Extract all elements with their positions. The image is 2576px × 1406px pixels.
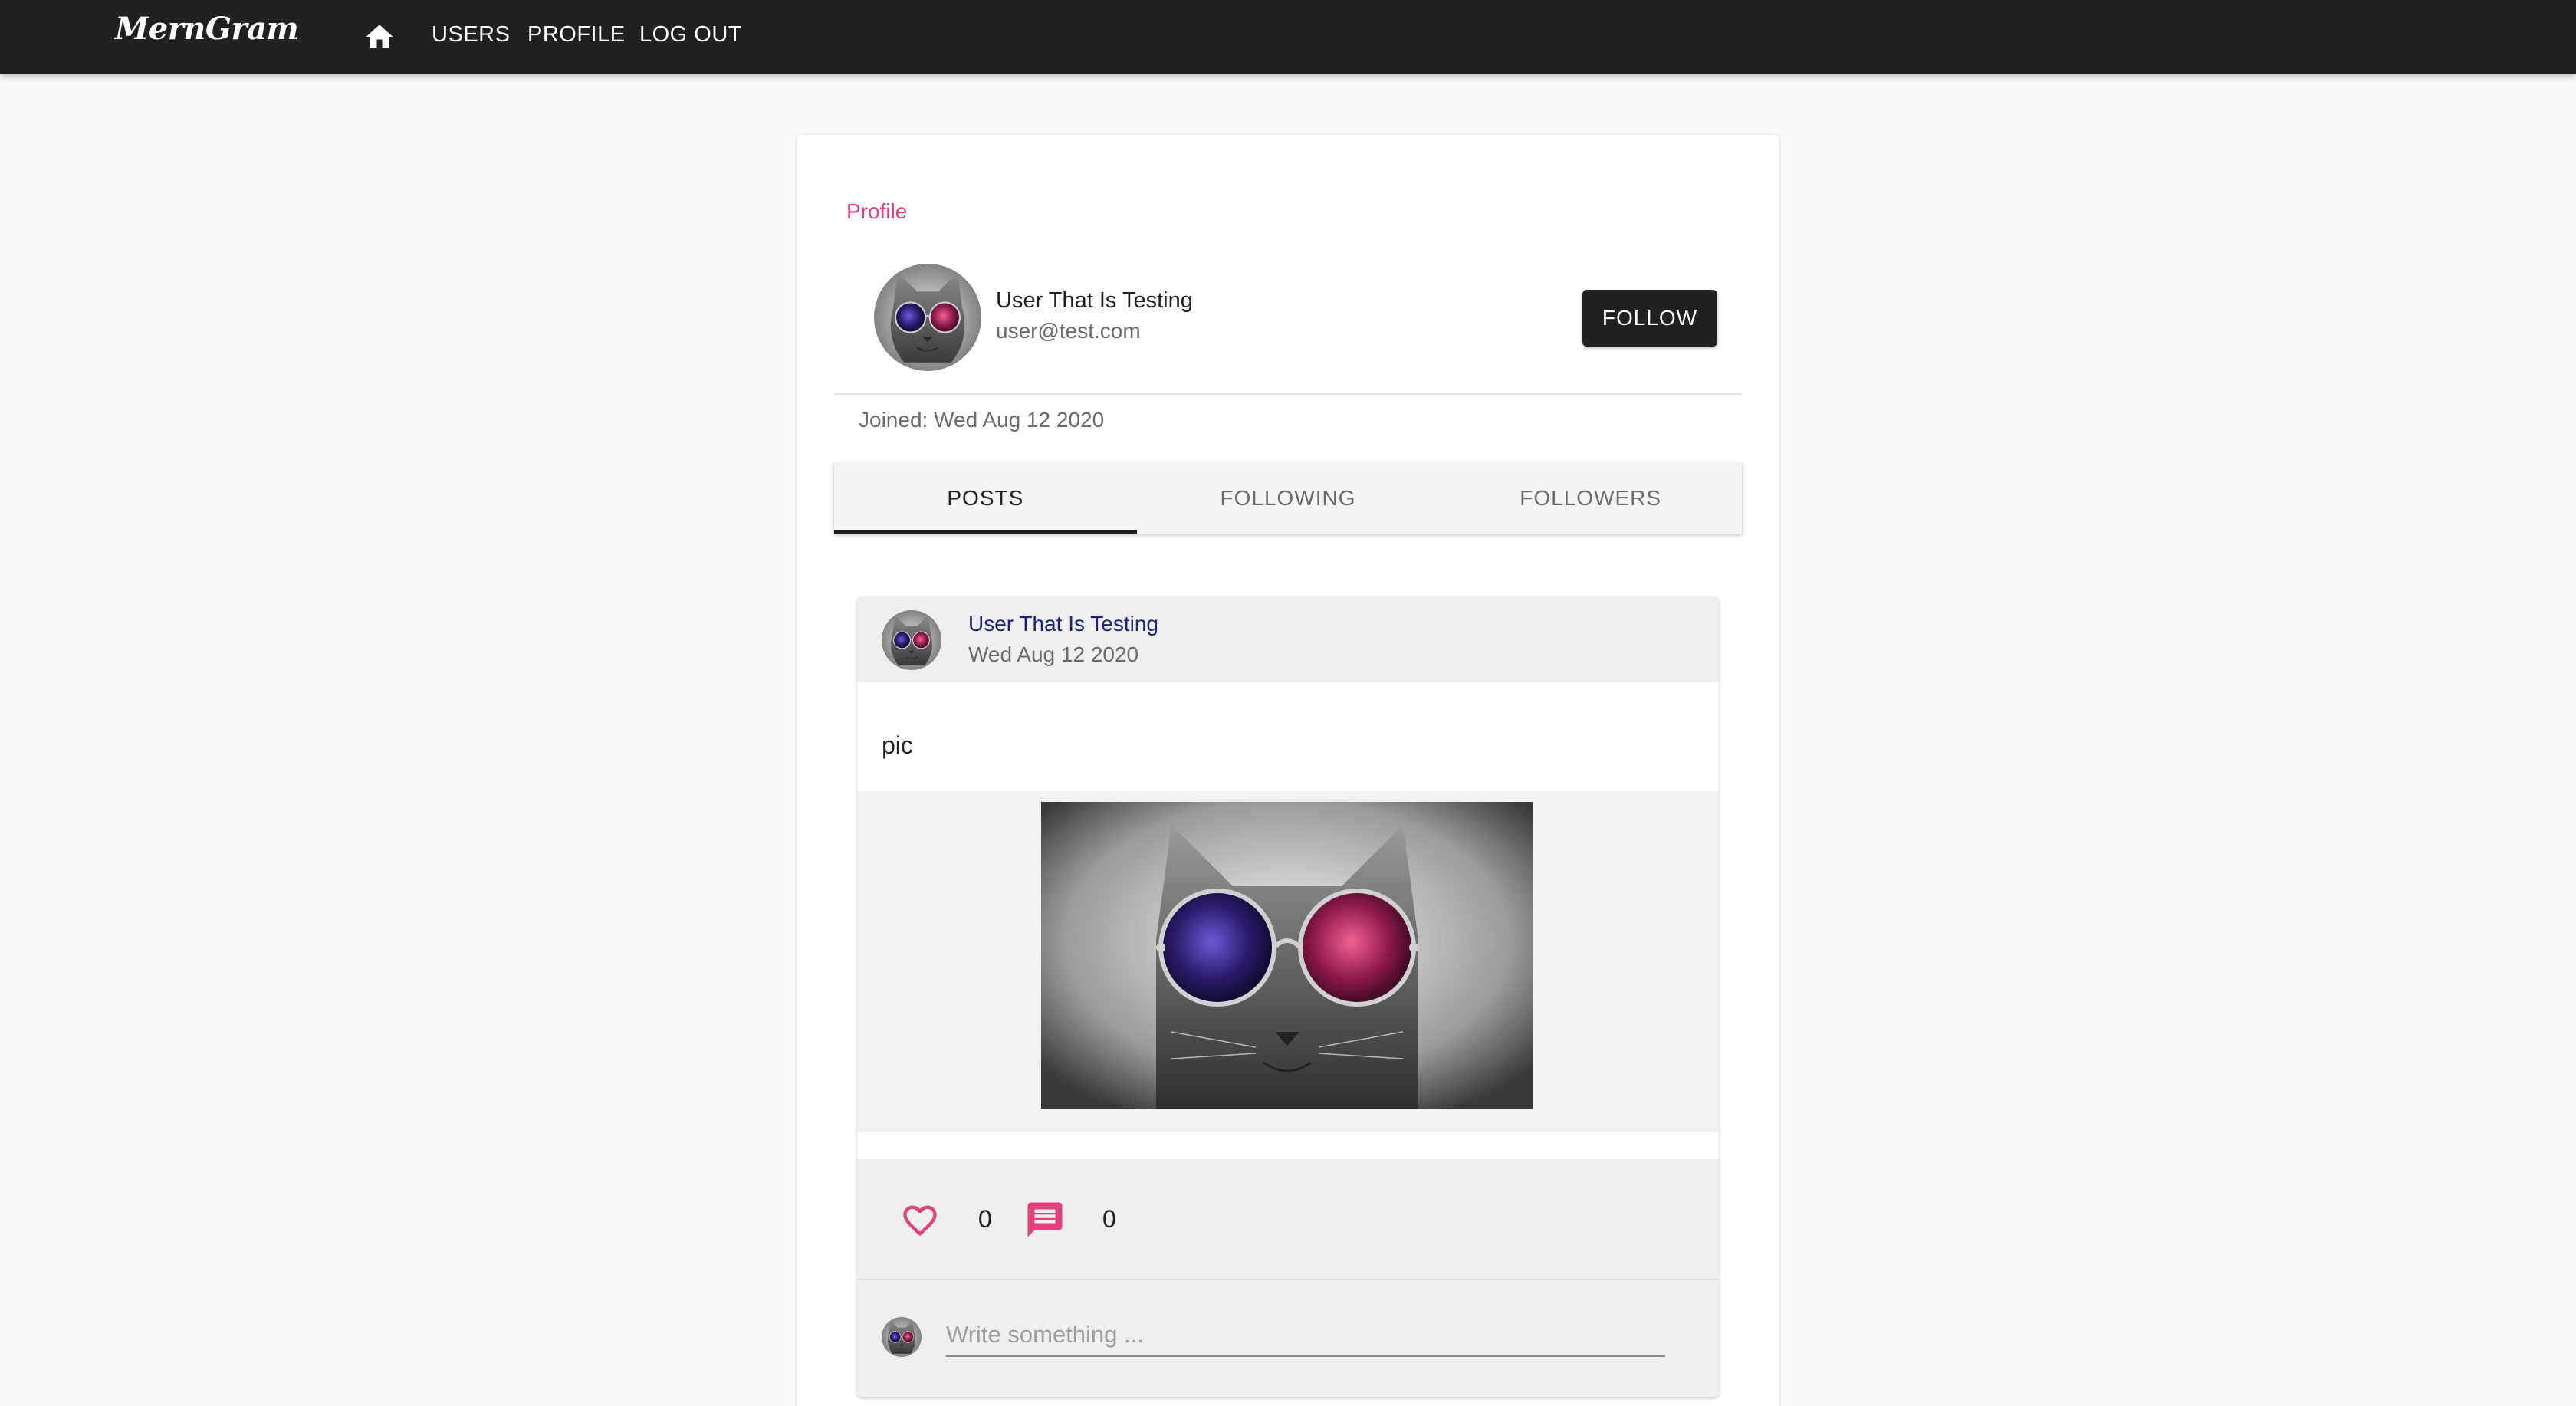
nav-profile-link[interactable]: PROFILE: [527, 22, 626, 48]
post-text: pic: [882, 731, 913, 759]
post-card: User That Is Testing Wed Aug 12 2020 pic: [857, 596, 1719, 1397]
app-bar: MernGram USERS PROFILE LOG OUT: [0, 0, 2576, 74]
comment-icon[interactable]: [1024, 1199, 1066, 1240]
post-photo: [1041, 802, 1533, 1109]
tab-followers[interactable]: FOLLOWERS: [1439, 463, 1742, 534]
card-title: Profile: [846, 199, 908, 223]
comment-row: [857, 1280, 1719, 1397]
tab-following[interactable]: FOLLOWING: [1137, 463, 1440, 534]
post-date: Wed Aug 12 2020: [968, 642, 1139, 666]
post-photo-area: [857, 791, 1719, 1132]
commenter-avatar: [882, 1317, 922, 1357]
profile-avatar: [874, 264, 981, 371]
comment-input[interactable]: [946, 1314, 1665, 1357]
app-logo[interactable]: MernGram: [115, 11, 299, 47]
nav-users-link[interactable]: USERS: [432, 22, 510, 48]
joined-date: Joined: Wed Aug 12 2020: [859, 408, 1105, 432]
heart-outline-icon[interactable]: [900, 1201, 940, 1240]
like-count: 0: [978, 1205, 992, 1233]
post-author-link[interactable]: User That Is Testing: [968, 612, 1158, 636]
profile-tabs: POSTS FOLLOWING FOLLOWERS: [834, 463, 1742, 534]
profile-name: User That Is Testing: [996, 288, 1193, 313]
home-icon: [366, 25, 393, 48]
home-button[interactable]: [356, 17, 402, 57]
tab-posts[interactable]: POSTS: [834, 463, 1137, 534]
divider: [834, 393, 1742, 395]
comment-count: 0: [1102, 1205, 1116, 1233]
profile-email: user@test.com: [996, 319, 1141, 343]
profile-card: Profile User That Is Testing user@test.c…: [797, 135, 1779, 1406]
post-header: User That Is Testing Wed Aug 12 2020: [857, 596, 1719, 682]
post-author-avatar[interactable]: [882, 610, 941, 670]
nav-logout-link[interactable]: LOG OUT: [639, 22, 742, 48]
post-actions: 0 0: [857, 1159, 1719, 1280]
follow-button[interactable]: FOLLOW: [1582, 290, 1717, 347]
